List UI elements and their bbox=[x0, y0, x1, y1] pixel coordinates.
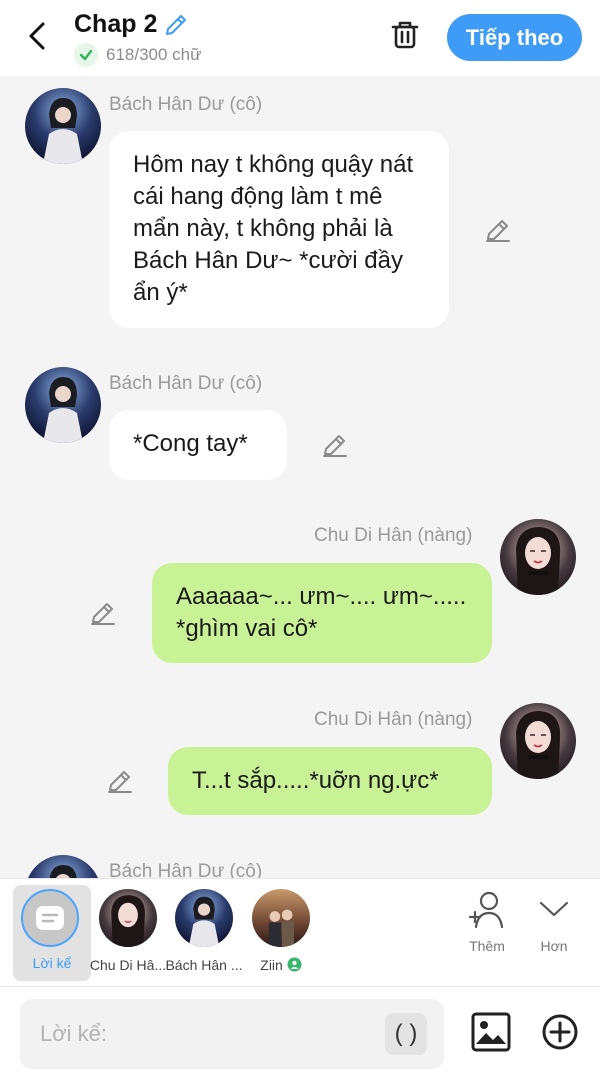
edit-message-button[interactable] bbox=[483, 215, 513, 245]
avatar bbox=[175, 889, 233, 947]
chevron-left-icon bbox=[29, 22, 45, 50]
word-count: 618/300 chữ bbox=[106, 45, 202, 64]
chapter-info: Chap 2 618/300 chữ bbox=[74, 10, 202, 67]
more-button[interactable]: Hơn bbox=[524, 889, 584, 979]
top-bar: Chap 2 618/300 chữ Tiếp theo bbox=[0, 0, 600, 76]
parentheses-button[interactable]: ( ) bbox=[385, 1013, 427, 1055]
avatar bbox=[99, 889, 157, 947]
edit-message-button[interactable] bbox=[320, 430, 350, 460]
character-name: Bách Hân ... bbox=[165, 957, 243, 973]
edit-title-button[interactable] bbox=[163, 12, 189, 38]
badge-icon bbox=[287, 957, 302, 972]
chevron-down-icon bbox=[539, 901, 569, 917]
avatar[interactable] bbox=[500, 703, 576, 779]
message-input[interactable] bbox=[20, 999, 444, 1069]
next-button[interactable]: Tiếp theo bbox=[447, 14, 582, 61]
plus-button[interactable] bbox=[540, 1012, 580, 1052]
character-chu-di-han[interactable]: Chu Di Hâ... bbox=[90, 887, 166, 979]
image-button[interactable] bbox=[470, 1011, 512, 1053]
input-bar: ( ) bbox=[0, 986, 600, 1084]
sender-name: Bách Hân Dư (cô) bbox=[109, 94, 263, 115]
edit-message-button[interactable] bbox=[105, 766, 135, 796]
image-icon bbox=[471, 1012, 511, 1052]
pencil-icon bbox=[323, 435, 347, 457]
more-label: Hơn bbox=[540, 938, 568, 954]
message-bubble[interactable]: Hôm nay t không quậy nát cái hang động l… bbox=[109, 131, 449, 328]
edit-message-button[interactable] bbox=[88, 598, 118, 628]
avatar bbox=[252, 889, 310, 947]
avatar[interactable] bbox=[500, 519, 576, 595]
sender-name: Bách Hân Dư (cô) bbox=[109, 373, 263, 394]
trash-icon bbox=[391, 21, 419, 49]
chapter-title: Chap 2 bbox=[74, 10, 158, 38]
character-name-row: Ziin bbox=[243, 957, 319, 973]
back-button[interactable] bbox=[22, 20, 52, 52]
chat-area[interactable]: Bách Hân Dư (cô) Hôm nay t không quậy ná… bbox=[0, 76, 600, 878]
character-ziin[interactable]: Ziin bbox=[243, 887, 319, 979]
character-bach-han-du[interactable]: Bách Hân ... bbox=[165, 887, 243, 979]
pencil-icon bbox=[108, 771, 132, 793]
pencil-icon bbox=[166, 14, 187, 35]
add-person-icon bbox=[468, 891, 504, 929]
avatar[interactable] bbox=[25, 367, 101, 443]
pencil-icon bbox=[91, 603, 115, 625]
delete-button[interactable] bbox=[388, 18, 422, 52]
avatar[interactable] bbox=[25, 88, 101, 164]
sender-name: Chu Di Hân (nàng) bbox=[314, 525, 473, 546]
add-character-button[interactable]: Thêm bbox=[457, 889, 517, 979]
message-bubble[interactable]: *Cong tay* bbox=[109, 410, 287, 480]
avatar[interactable] bbox=[25, 855, 101, 878]
pencil-icon bbox=[486, 220, 510, 242]
narration-icon bbox=[21, 889, 79, 947]
sender-name: Chu Di Hân (nàng) bbox=[314, 709, 473, 730]
add-character-label: Thêm bbox=[469, 938, 505, 954]
sender-name: Bách Hân Dư (cô) bbox=[109, 861, 263, 878]
message-bubble[interactable]: T...t sắp.....*uỡn ng.ực* bbox=[168, 747, 492, 815]
narration-label: Lời kể bbox=[32, 955, 72, 971]
narration-selector[interactable]: Lời kể bbox=[13, 885, 91, 981]
plus-circle-icon bbox=[542, 1014, 578, 1050]
message-bubble[interactable]: Aaaaaa~... ưm~.... ưm~..... *ghìm vai cô… bbox=[152, 563, 492, 663]
character-name: Chu Di Hâ... bbox=[89, 957, 167, 973]
character-name: Ziin bbox=[260, 957, 283, 973]
check-icon bbox=[74, 43, 98, 67]
character-bar: Lời kể Chu Di Hâ... Bách Hân ... Ziin Th… bbox=[0, 878, 600, 986]
